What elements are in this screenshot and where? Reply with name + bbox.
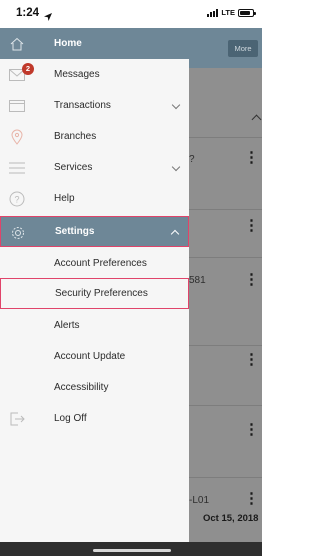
menu-label: Transactions	[54, 100, 111, 111]
menu-item-help[interactable]: ? Help	[0, 183, 189, 214]
kebab-menu-icon[interactable]: ⋮	[244, 218, 259, 233]
row-text: 581	[189, 275, 206, 286]
menu-item-settings[interactable]: Settings	[0, 216, 189, 247]
submenu-label: Security Preferences	[55, 288, 148, 299]
location-pin-icon	[8, 128, 25, 145]
submenu-label: Account Preferences	[54, 258, 147, 269]
location-arrow-icon	[44, 8, 52, 26]
chevron-up-icon	[170, 229, 180, 239]
kebab-menu-icon[interactable]: ⋮	[244, 150, 259, 165]
submenu-item-account-update[interactable]: Account Update	[0, 341, 189, 372]
menu-item-services[interactable]: Services	[0, 152, 189, 183]
gear-icon	[9, 224, 26, 241]
menu-label: Settings	[55, 226, 95, 237]
menu-label: Home	[54, 38, 82, 49]
kebab-menu-icon[interactable]: ⋮	[244, 422, 259, 437]
submenu-item-accessibility[interactable]: Accessibility	[0, 372, 189, 403]
submenu-label: Accessibility	[54, 382, 109, 393]
menu-item-home[interactable]: Home	[0, 28, 189, 59]
menu-item-log-off[interactable]: Log Off	[0, 403, 189, 434]
submenu-item-alerts[interactable]: Alerts	[0, 310, 189, 341]
menu-item-transactions[interactable]: Transactions	[0, 90, 189, 121]
menu-label: Messages	[54, 69, 100, 80]
submenu-item-security-preferences[interactable]: Security Preferences	[0, 278, 189, 309]
submenu-label: Alerts	[54, 320, 80, 331]
messages-badge: 2	[22, 63, 34, 75]
svg-text:?: ?	[14, 194, 19, 204]
kebab-menu-icon[interactable]: ⋮	[244, 272, 259, 287]
menu-item-branches[interactable]: Branches	[0, 121, 189, 152]
menu-label: Log Off	[54, 413, 87, 424]
chevron-down-icon	[171, 162, 181, 172]
help-icon: ?	[8, 190, 25, 207]
list-icon	[8, 159, 25, 176]
menu-label: Services	[54, 162, 93, 173]
submenu-item-account-preferences[interactable]: Account Preferences	[0, 248, 189, 279]
row-date: Oct 15, 2018	[203, 513, 259, 524]
status-bar: 1:24 LTE	[0, 0, 262, 28]
menu-label: Branches	[54, 131, 97, 142]
card-icon	[8, 97, 25, 114]
signal-icon	[207, 8, 219, 17]
chevron-down-icon	[171, 100, 181, 110]
navigation-drawer: Home 2 Messages Transactions Branches Se…	[0, 28, 189, 542]
menu-item-messages[interactable]: 2 Messages	[0, 59, 189, 90]
bottom-bar	[0, 542, 262, 556]
home-icon	[8, 35, 25, 52]
menu-label: Help	[54, 193, 75, 204]
logout-icon	[8, 410, 25, 427]
more-button[interactable]: More	[228, 40, 258, 57]
kebab-menu-icon[interactable]: ⋮	[244, 491, 259, 506]
kebab-menu-icon[interactable]: ⋮	[244, 352, 259, 367]
submenu-label: Account Update	[54, 351, 126, 362]
status-time: 1:24	[16, 7, 40, 19]
network-type: LTE	[221, 8, 235, 17]
row-text: -L01	[189, 495, 210, 506]
battery-icon	[238, 8, 256, 17]
row-text: ?	[189, 154, 195, 165]
home-indicator[interactable]	[93, 549, 171, 552]
